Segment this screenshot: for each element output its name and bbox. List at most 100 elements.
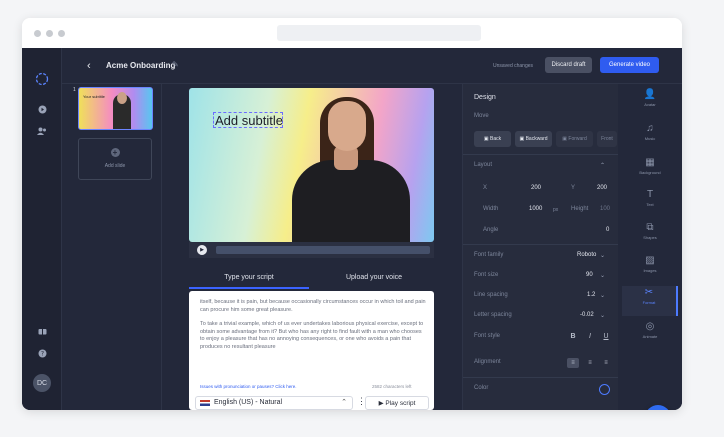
divider xyxy=(463,377,619,378)
us-flag-icon xyxy=(200,400,210,406)
pronunciation-help-link[interactable]: Issues with pronunciation or pauses? Cli… xyxy=(200,384,297,389)
format-icon: ✂ xyxy=(644,287,654,298)
line-spacing-label: Line spacing xyxy=(474,292,508,298)
slides-panel: 1 Your subtitle + Add slide xyxy=(62,84,162,410)
avatar-face xyxy=(328,101,366,151)
height-input[interactable]: 100 xyxy=(600,206,610,212)
script-editor[interactable]: itself, because it is pain, but because … xyxy=(189,291,434,410)
tool-background[interactable]: ▦ Background xyxy=(622,156,678,186)
letter-spacing-label: Letter spacing xyxy=(474,312,512,318)
person-icon: 👤 xyxy=(643,89,657,100)
gift-icon[interactable] xyxy=(34,322,50,338)
timeline: ▶ xyxy=(189,242,434,258)
bring-forward-label: Forward xyxy=(568,136,587,142)
bring-forward-button[interactable]: ▣ Forward xyxy=(556,131,593,147)
tool-images[interactable]: ▨ Images xyxy=(622,254,678,284)
editor-header: ‹ Acme Onboarding ✎ Unsaved changes Disc… xyxy=(62,48,682,84)
window-dot[interactable] xyxy=(58,29,65,37)
lock-ratio-icon[interactable]: px xyxy=(553,207,558,213)
generate-video-button[interactable]: Generate video xyxy=(600,57,659,73)
font-size-select[interactable]: 90 xyxy=(586,272,593,278)
play-script-button[interactable]: ▶ Play script xyxy=(365,396,429,410)
slide-thumbnail[interactable]: Your subtitle xyxy=(78,87,153,130)
pencil-icon[interactable]: ✎ xyxy=(172,60,179,69)
window-dot[interactable] xyxy=(34,29,41,37)
browser-window: ? DC ‹ Acme Onboarding ✎ Unsaved changes… xyxy=(22,18,682,410)
script-paragraph: itself, because it is pain, but because … xyxy=(200,299,426,313)
layer-icon: ▣ xyxy=(483,136,489,142)
y-label: Y xyxy=(571,185,576,191)
script-tabs: Type your script Upload your voice xyxy=(189,271,434,289)
chevron-down-icon[interactable]: ⌄ xyxy=(600,272,605,279)
videos-icon[interactable] xyxy=(34,101,50,117)
add-slide-button[interactable]: + Add slide xyxy=(78,138,152,180)
tool-label: Animate xyxy=(642,334,658,339)
send-backward-button[interactable]: ▣ Backward xyxy=(515,131,552,147)
font-family-select[interactable]: Roboto xyxy=(577,252,596,258)
x-label: X xyxy=(483,185,488,191)
tool-animate[interactable]: ◎ Animate xyxy=(622,320,678,350)
tool-music[interactable]: ♫ Music xyxy=(622,122,678,152)
tool-avatar[interactable]: 👤 Avatar xyxy=(622,88,678,118)
tool-text[interactable]: T Text xyxy=(622,188,678,218)
shapes-icon: ⧉ xyxy=(646,222,654,233)
divider xyxy=(463,154,619,155)
slide-number: 1 xyxy=(73,87,76,93)
back-arrow-icon[interactable]: ‹ xyxy=(87,60,91,72)
avatar-body xyxy=(292,160,410,242)
tab-upload-voice[interactable]: Upload your voice xyxy=(314,271,434,289)
language-select[interactable]: English (US) - Natural ⌃ xyxy=(195,396,353,410)
timeline-track[interactable] xyxy=(216,246,430,254)
discard-draft-button[interactable]: Discard draft xyxy=(545,57,592,73)
alignment-label: Alignment xyxy=(474,359,501,365)
layout-label: Layout xyxy=(474,162,493,168)
left-rail: ? DC xyxy=(22,48,62,410)
play-icon[interactable]: ▶ xyxy=(197,245,207,255)
help-icon[interactable]: ? xyxy=(34,345,50,361)
tool-format[interactable]: ✂ Format xyxy=(622,286,678,316)
underline-icon[interactable]: U xyxy=(600,333,612,343)
script-textarea[interactable]: itself, because it is pain, but because … xyxy=(200,299,426,358)
logo-icon[interactable] xyxy=(34,71,50,87)
italic-icon[interactable]: I xyxy=(584,333,596,343)
bring-front-button[interactable]: Front xyxy=(597,131,617,147)
align-center-icon[interactable]: ≡ xyxy=(584,358,596,368)
music-icon: ♫ xyxy=(646,123,654,134)
y-input[interactable]: 200 xyxy=(597,185,607,191)
tool-label: Format xyxy=(642,300,656,305)
width-label: Width xyxy=(483,206,499,212)
send-back-button[interactable]: ▣ Back xyxy=(474,131,511,147)
chevron-down-icon[interactable]: ⌄ xyxy=(600,292,605,299)
chevron-up-icon[interactable]: ⌃ xyxy=(600,162,605,169)
project-title[interactable]: Acme Onboarding xyxy=(106,61,175,70)
align-right-icon[interactable]: ≡ xyxy=(600,358,612,368)
color-label: Color xyxy=(474,385,489,391)
subtitle-text-box[interactable]: Add subtitle xyxy=(213,112,283,128)
tool-shapes[interactable]: ⧉ Shapes xyxy=(622,221,678,251)
chevron-down-icon[interactable]: ⌄ xyxy=(600,252,605,259)
x-input[interactable]: 200 xyxy=(531,185,541,191)
address-bar[interactable] xyxy=(277,25,481,41)
window-dot[interactable] xyxy=(46,29,53,37)
unsaved-status: Unsaved changes xyxy=(493,63,534,69)
send-backward-label: Backward xyxy=(525,136,548,142)
play-icon: ▶ xyxy=(378,400,384,407)
tab-type-script[interactable]: Type your script xyxy=(189,271,309,289)
avatar[interactable]: DC xyxy=(33,374,51,392)
letter-spacing-select[interactable]: -0.02 xyxy=(580,312,594,318)
font-style-label: Font style xyxy=(474,333,501,339)
tool-label: Avatar xyxy=(644,102,656,107)
bring-front-label: Front xyxy=(601,136,613,142)
svg-text:?: ? xyxy=(40,350,43,357)
angle-input[interactable]: 0 xyxy=(606,227,609,233)
users-icon[interactable] xyxy=(34,123,50,139)
chevron-down-icon[interactable]: ⌄ xyxy=(600,312,605,319)
video-canvas[interactable]: Add subtitle xyxy=(189,88,434,242)
line-spacing-select[interactable]: 1.2 xyxy=(587,292,595,298)
width-input[interactable]: 1000 xyxy=(529,206,542,212)
color-swatch[interactable] xyxy=(599,384,610,395)
align-left-icon[interactable]: ≡ xyxy=(567,358,579,368)
bold-icon[interactable]: B xyxy=(567,333,579,343)
move-label: Move xyxy=(474,113,489,119)
image-icon: ▨ xyxy=(645,255,655,266)
